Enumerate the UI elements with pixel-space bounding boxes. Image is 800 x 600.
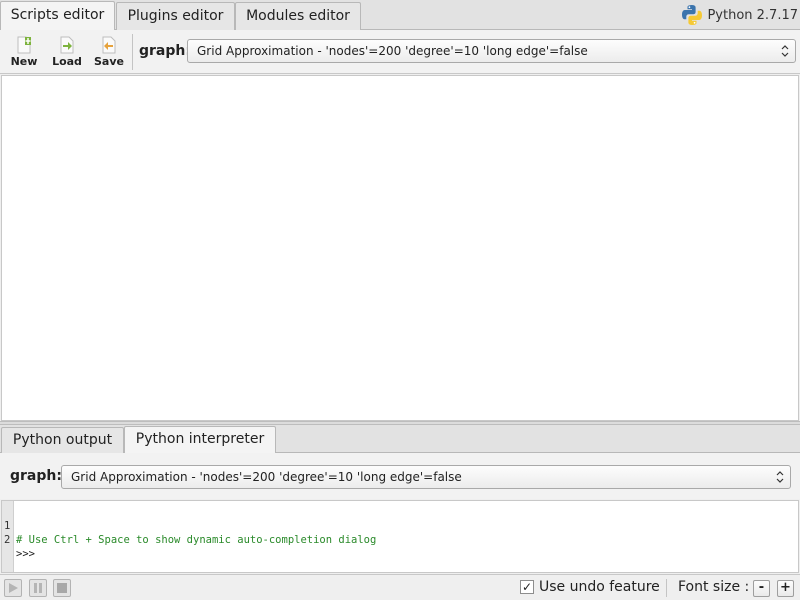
- script-editor-area[interactable]: [1, 75, 799, 421]
- save-file-icon: [91, 36, 127, 54]
- tab-python-interpreter[interactable]: Python interpreter: [124, 426, 276, 453]
- undo-feature-checkbox[interactable]: ✓: [520, 580, 534, 594]
- pause-icon: [30, 582, 46, 594]
- graph-select-value: Grid Approximation - 'nodes'=200 'degree…: [197, 44, 588, 58]
- python-logo-icon: [681, 4, 703, 26]
- save-button[interactable]: Save: [91, 34, 127, 72]
- interpreter-graph-label: graph:: [10, 468, 62, 484]
- main-tab-bar: Scripts editor Plugins editor Modules ed…: [0, 0, 800, 30]
- load-label: Load: [52, 55, 82, 68]
- interpreter-graph-select-value: Grid Approximation - 'nodes'=200 'degree…: [71, 470, 462, 484]
- python-console[interactable]: 1 # Use Ctrl + Space to show dynamic aut…: [1, 500, 799, 573]
- tab-modules-editor[interactable]: Modules editor: [235, 2, 361, 30]
- graph-select[interactable]: Grid Approximation - 'nodes'=200 'degree…: [187, 39, 796, 63]
- scripts-toolbar: New Load Save graph: Grid Approximation …: [0, 30, 800, 74]
- run-button[interactable]: [4, 579, 22, 597]
- save-label: Save: [94, 55, 124, 68]
- pause-button[interactable]: [29, 579, 47, 597]
- tab-scripts-editor[interactable]: Scripts editor: [0, 1, 115, 30]
- python-version-indicator: Python 2.7.17: [681, 3, 798, 27]
- console-comment: # Use Ctrl + Space to show dynamic auto-…: [16, 534, 377, 546]
- console-line: 2 >>>: [2, 519, 35, 560]
- tab-python-output[interactable]: Python output: [1, 427, 124, 453]
- undo-feature-label: Use undo feature: [539, 579, 660, 595]
- status-bar: ✓ Use undo feature Font size : - +: [0, 574, 800, 600]
- decrease-font-button[interactable]: -: [753, 580, 770, 597]
- graph-label: graph:: [139, 43, 191, 59]
- new-label: New: [10, 55, 38, 68]
- load-button[interactable]: Load: [49, 34, 85, 72]
- chevron-updown-icon: [776, 469, 784, 485]
- console-line: 1 # Use Ctrl + Space to show dynamic aut…: [2, 505, 376, 546]
- interpreter-graph-panel: graph: Grid Approximation - 'nodes'=200 …: [0, 453, 800, 499]
- interpreter-graph-select[interactable]: Grid Approximation - 'nodes'=200 'degree…: [61, 465, 791, 489]
- new-button[interactable]: New: [6, 34, 42, 72]
- tab-plugins-editor[interactable]: Plugins editor: [116, 2, 235, 30]
- font-size-label: Font size :: [678, 579, 750, 595]
- stop-icon: [54, 582, 70, 594]
- statusbar-separator: [666, 579, 667, 597]
- toolbar-separator: [132, 34, 133, 70]
- python-version-label: Python 2.7.17: [707, 7, 798, 23]
- load-file-icon: [49, 36, 85, 54]
- chevron-updown-icon: [781, 43, 789, 59]
- play-icon: [5, 582, 21, 594]
- bottom-tab-bar: Python output Python interpreter: [0, 425, 800, 453]
- increase-font-button[interactable]: +: [777, 580, 794, 597]
- line-number: 2: [4, 534, 11, 546]
- console-prompt[interactable]: >>>: [16, 547, 35, 561]
- stop-button[interactable]: [53, 579, 71, 597]
- new-file-icon: [6, 36, 42, 54]
